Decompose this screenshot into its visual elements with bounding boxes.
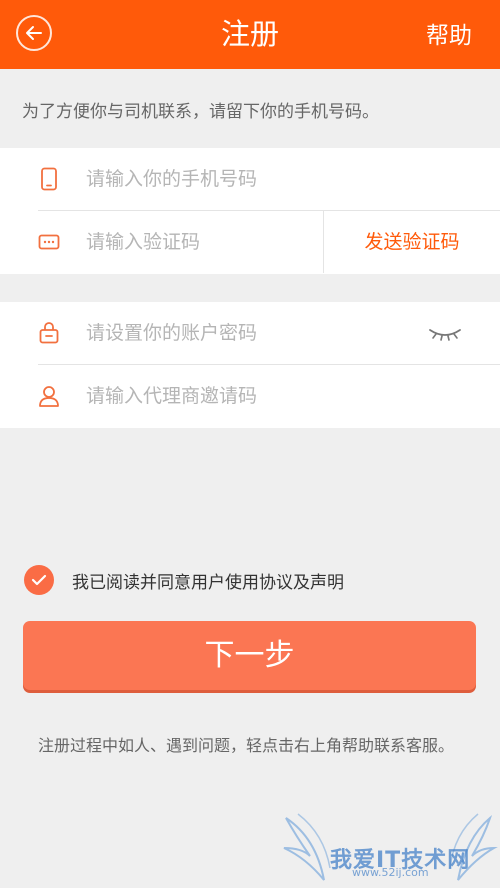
account-group: 请设置你的账户密码 请输入代理商邀请码 — [0, 302, 500, 428]
help-button[interactable]: 帮助 — [426, 0, 472, 69]
agreement-row[interactable]: 我已阅读并同意用户使用协议及声明 — [24, 565, 344, 595]
agreement-text[interactable]: 我已阅读并同意用户使用协议及声明 — [72, 568, 344, 593]
invite-code-row[interactable]: 请输入代理商邀请码 — [0, 365, 500, 427]
next-step-button[interactable]: 下一步 — [23, 621, 476, 690]
user-icon — [38, 384, 60, 408]
phone-hint-text: 为了方便你与司机联系，请留下你的手机号码。 — [22, 102, 379, 122]
checkmark-icon — [31, 574, 47, 586]
phone-icon — [38, 167, 60, 191]
help-note: 注册过程中如人、遇到问题，轻点击右上角帮助联系客服。 — [38, 736, 455, 755]
phone-input[interactable]: 请输入你的手机号码 — [86, 148, 316, 210]
agreement-checkbox[interactable] — [24, 565, 54, 595]
password-row[interactable]: 请设置你的账户密码 — [0, 302, 500, 364]
invite-code-input[interactable]: 请输入代理商邀请码 — [86, 365, 316, 427]
verification-code-input[interactable]: 请输入验证码 — [86, 211, 316, 273]
message-code-icon — [38, 230, 60, 254]
app-header: 注册 帮助 — [0, 0, 500, 69]
verification-code-row[interactable]: 请输入验证码 发送验证码 — [0, 211, 500, 273]
password-input[interactable]: 请设置你的账户密码 — [86, 302, 316, 364]
page-title: 注册 — [220, 17, 279, 51]
send-code-button[interactable]: 发送验证码 — [323, 211, 500, 273]
lock-icon — [38, 321, 60, 345]
watermark-url: www.52ij.com — [352, 866, 429, 879]
closed-eye-icon[interactable] — [428, 323, 462, 343]
phone-verification-group: 请输入你的手机号码 请输入验证码 发送验证码 — [0, 148, 500, 274]
phone-row[interactable]: 请输入你的手机号码 — [0, 148, 500, 210]
